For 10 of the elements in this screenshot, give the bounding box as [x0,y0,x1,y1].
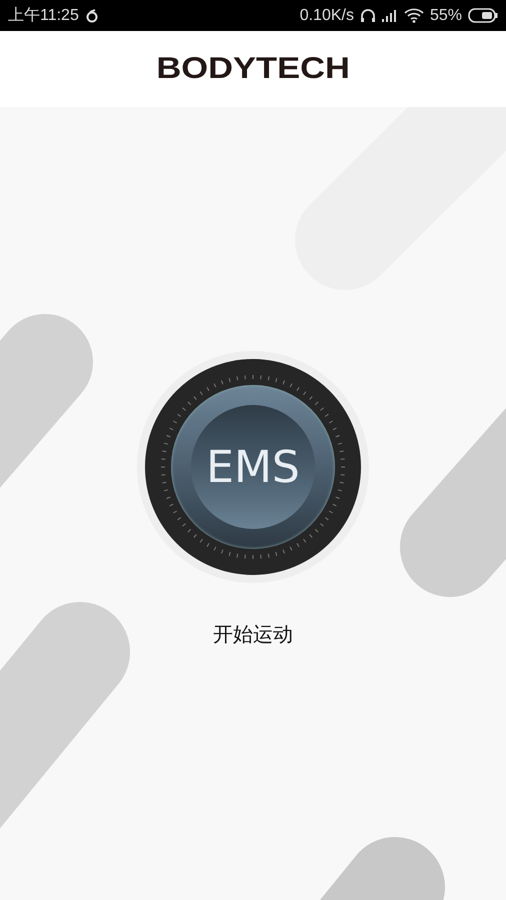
wifi-icon [404,8,424,23]
battery-icon [468,8,498,23]
network-speed: 0.10K/s [300,6,354,24]
signal-icon [382,9,398,22]
headphones-icon [360,8,376,23]
clock-time: 上午11:25 [8,6,79,26]
start-workout-label: 开始运动 [213,621,293,648]
battery-percent: 55% [430,6,462,24]
brand-logo: BODYTECH [156,52,350,86]
swirl-icon [84,8,99,22]
